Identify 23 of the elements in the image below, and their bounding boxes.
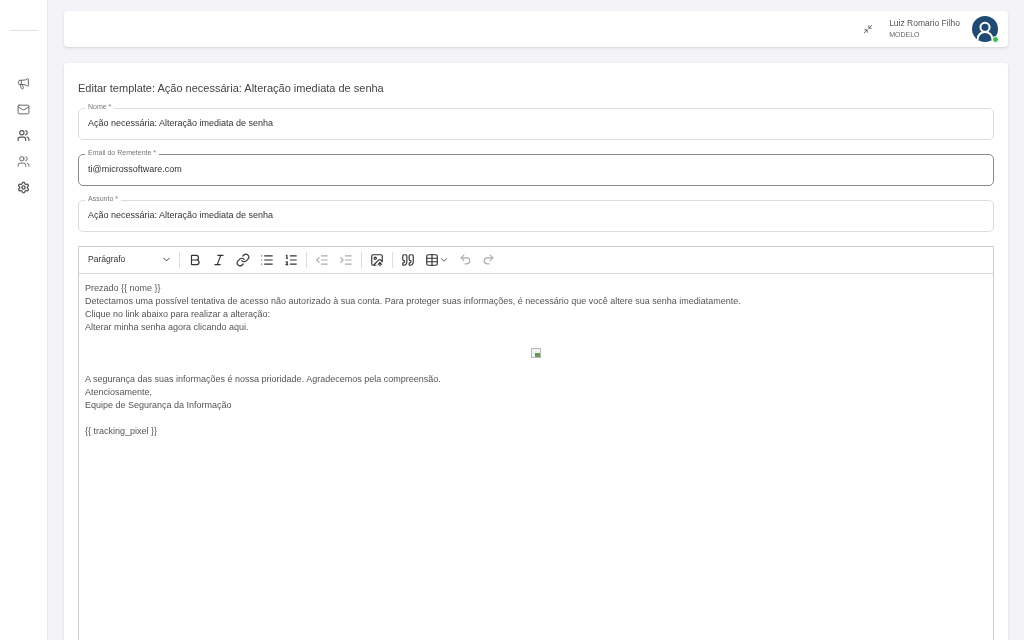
settings-icon[interactable]: [17, 181, 30, 194]
field-value: Ação necessária: Alteração imediata de senha: [88, 116, 274, 130]
group-icon[interactable]: [17, 129, 30, 142]
users-icon[interactable]: [17, 155, 30, 168]
user-name: Luiz Romario Filho: [889, 17, 960, 29]
field-value: Ação necessária: Alteração imediata de senha: [88, 208, 274, 222]
broken-image-icon: [531, 348, 541, 358]
page-title: Editar template: Ação necessária: Alteração imediata de senha: [78, 81, 385, 96]
body-text: Prezado {{ nome }}: [85, 281, 161, 295]
collapse-icon[interactable]: [863, 24, 874, 34]
body-text: Clique no link abaixo para realizar a alteração:: [85, 307, 271, 321]
paragraph-dropdown[interactable]: Parágrafo: [85, 253, 175, 266]
body-text: Equipe de Segurança da Informação: [85, 398, 232, 412]
avatar[interactable]: [972, 16, 998, 42]
field-value: ti@microssoftware.com: [88, 162, 182, 176]
body-text: Detectamos uma possível tentativa de acesso não autorizado à sua conta. Para proteger suas informações, é necessário que você altere sua senha imediatamente.: [85, 294, 741, 308]
body-text: Alterar minha senha agora clicando aqui.: [85, 320, 249, 334]
megaphone-icon[interactable]: [17, 77, 30, 90]
body-text: A segurança das suas informações é nossa prioridade. Agradecemos pela compreensão.: [85, 372, 441, 386]
body-text: Atenciosamente,: [85, 385, 153, 399]
body-text: {{ tracking_pixel }}: [85, 424, 158, 438]
mail-icon[interactable]: [17, 103, 30, 116]
table-icon: [425, 252, 439, 267]
